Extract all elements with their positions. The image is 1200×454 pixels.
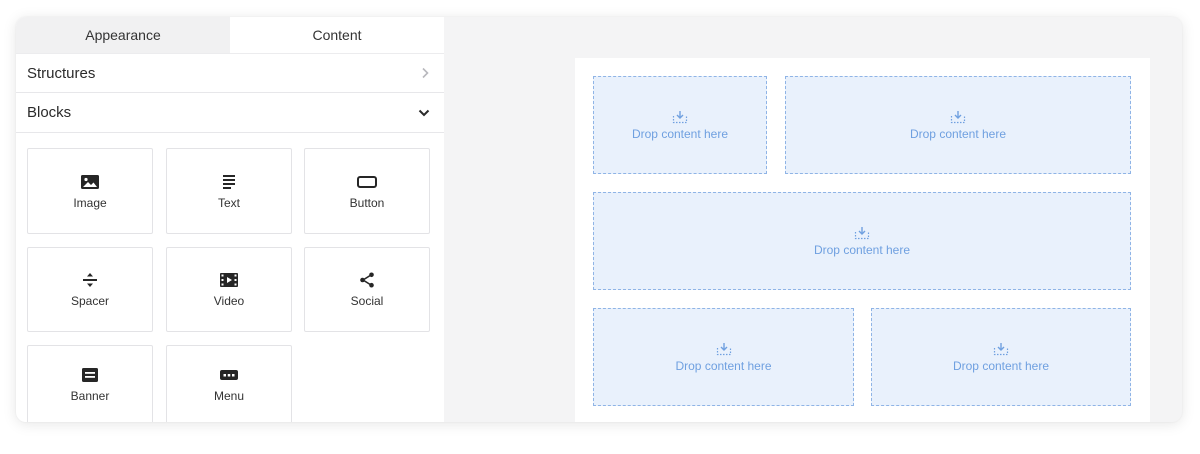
video-icon [220,271,238,289]
button-icon [357,173,377,191]
drop-download-icon [950,110,966,123]
sidebar-panel: Appearance Content Structures Blocks Ima… [16,17,444,422]
drop-zone[interactable]: Drop content here [593,308,854,406]
drop-zone-label: Drop content here [675,358,772,373]
share-icon [359,271,375,289]
drop-zone[interactable]: Drop content here [593,192,1131,290]
email-canvas: Drop content here Drop content here Drop… [575,58,1150,422]
banner-icon [82,366,98,384]
text-icon [222,173,236,191]
drop-zone-label: Drop content here [952,358,1050,373]
image-icon [81,173,99,191]
block-text-label: Text [217,195,240,210]
block-social[interactable]: Social [304,247,430,332]
tab-content[interactable]: Content [230,17,444,53]
tab-appearance-label: Appearance [85,27,161,43]
drop-zone[interactable]: Drop content here [593,76,767,174]
block-menu[interactable]: Menu [166,345,292,422]
block-menu-label: Menu [213,388,245,403]
block-image-label: Image [73,195,107,210]
drop-zone[interactable]: Drop content here [785,76,1131,174]
drop-zone-label: Drop content here [631,126,729,141]
blocks-section-header[interactable]: Blocks [16,93,444,133]
chevron-down-icon [418,108,430,118]
structures-label: Structures [27,64,96,82]
drop-download-icon [993,342,1009,355]
block-button-label: Button [349,195,385,210]
block-spacer[interactable]: Spacer [27,247,153,332]
drop-zone[interactable]: Drop content here [871,308,1131,406]
structures-section-header[interactable]: Structures [16,53,444,93]
block-social-label: Social [350,294,384,308]
spacer-icon [82,271,98,289]
block-banner[interactable]: Banner [27,345,153,422]
block-video[interactable]: Video [166,247,292,332]
block-spacer-label: Spacer [70,294,110,308]
tab-appearance[interactable]: Appearance [16,17,230,53]
drop-download-icon [716,342,731,355]
editor-window: Appearance Content Structures Blocks Ima… [16,17,1182,422]
panel-tabs: Appearance Content [16,17,444,53]
block-banner-label: Banner [70,388,110,403]
drop-download-icon [854,226,870,239]
block-image[interactable]: Image [27,148,153,234]
block-video-label: Video [213,294,245,308]
drop-zone-label: Drop content here [909,126,1007,141]
block-text[interactable]: Text [166,148,292,234]
tab-content-label: Content [312,27,362,43]
drop-zone-label: Drop content here [813,242,911,257]
chevron-right-icon [420,67,430,79]
drop-download-icon [672,110,688,123]
blocks-label: Blocks [27,104,72,121]
menu-icon [220,366,238,384]
block-button[interactable]: Button [304,148,430,234]
